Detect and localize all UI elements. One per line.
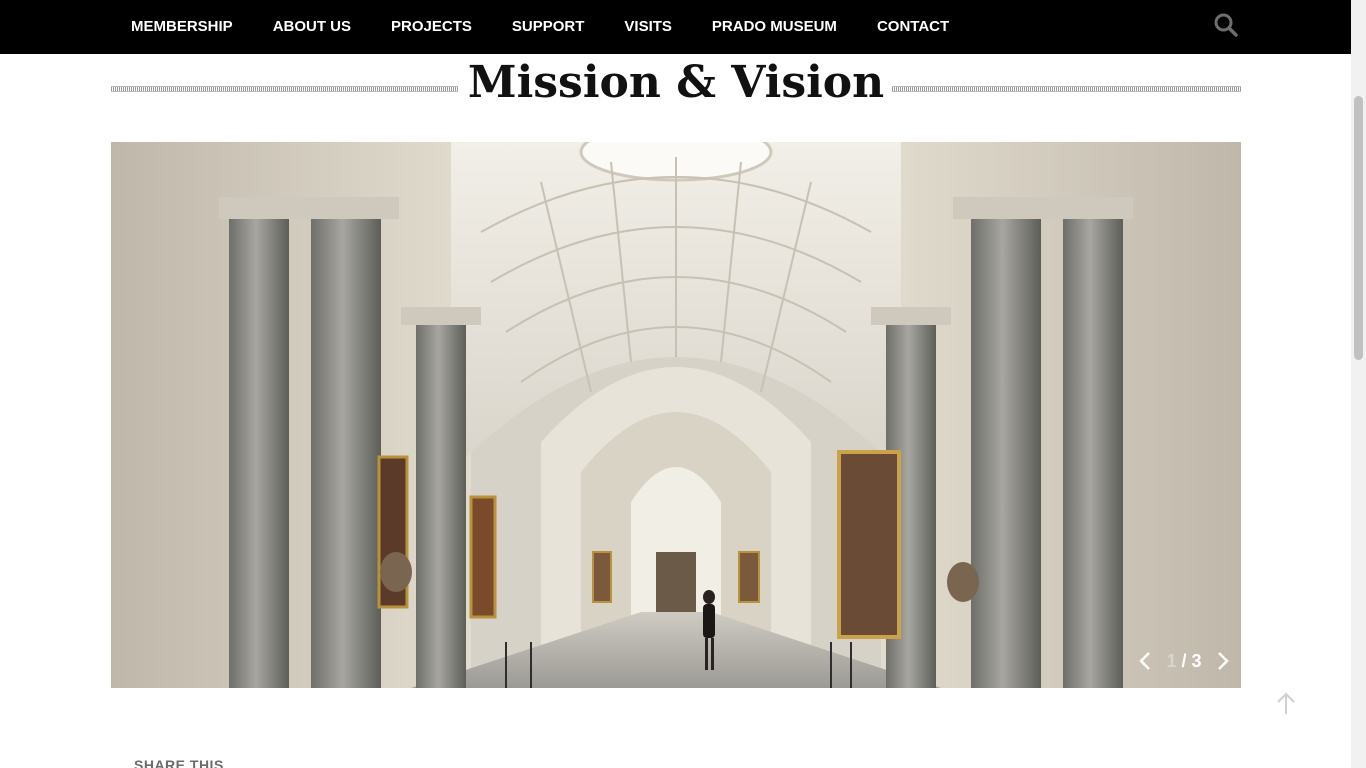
slide-counter-total: 3	[1191, 650, 1202, 671]
nav-item-membership[interactable]: MEMBERSHIP	[111, 0, 253, 54]
nav-item-visits[interactable]: VISITS	[604, 0, 692, 54]
chevron-right-icon[interactable]	[1212, 648, 1234, 674]
slide-counter-separator: /	[1176, 650, 1192, 671]
top-navbar: MEMBERSHIP ABOUT US PROJECTS SUPPORT VIS…	[0, 0, 1351, 54]
nav-item-contact[interactable]: CONTACT	[857, 0, 969, 54]
main-menu: MEMBERSHIP ABOUT US PROJECTS SUPPORT VIS…	[111, 0, 969, 54]
search-icon[interactable]	[1213, 12, 1239, 38]
slide-counter-current: 1	[1166, 650, 1177, 671]
page-scrollbar[interactable]	[1351, 0, 1366, 768]
nav-item-about-us[interactable]: ABOUT US	[253, 0, 371, 54]
page-title-row: Mission & Vision	[111, 54, 1241, 124]
nav-item-projects[interactable]: PROJECTS	[371, 0, 492, 54]
nav-item-support[interactable]: SUPPORT	[492, 0, 605, 54]
share-label: SHARE THIS	[134, 757, 224, 768]
chevron-left-icon[interactable]	[1134, 648, 1156, 674]
slide-image-museum-gallery	[111, 142, 1241, 688]
arrow-up-icon[interactable]	[1274, 690, 1298, 716]
title-divider-right	[892, 86, 1241, 92]
nav-item-prado-museum[interactable]: PRADO MUSEUM	[692, 0, 857, 54]
image-slider[interactable]: 1 / 3	[111, 142, 1241, 688]
slide-counter: 1 / 3	[1166, 651, 1201, 672]
scrollbar-thumb[interactable]	[1354, 96, 1363, 360]
page-title: Mission & Vision	[467, 57, 885, 108]
slider-controls: 1 / 3	[1134, 646, 1234, 676]
